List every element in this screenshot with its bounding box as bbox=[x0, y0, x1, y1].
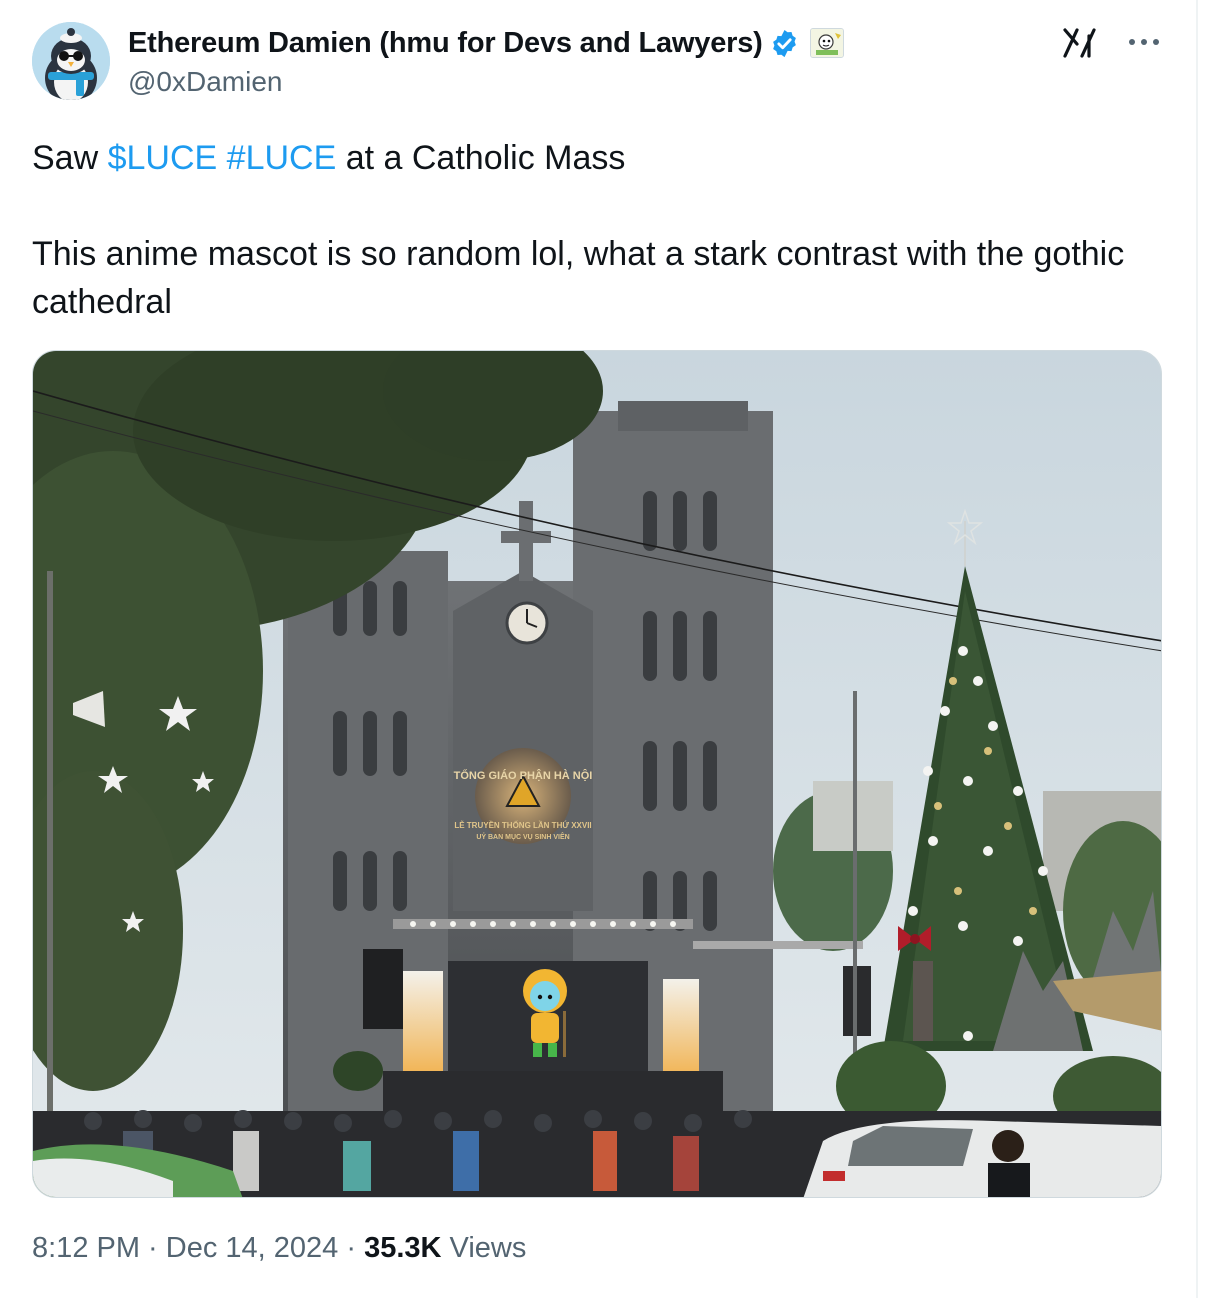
banner-top-text: TỔNG GIÁO PHẬN HÀ NỘI bbox=[454, 769, 593, 782]
verified-badge-icon[interactable] bbox=[769, 28, 800, 59]
hashtag-link[interactable]: #LUCE bbox=[227, 139, 337, 177]
author-names: Ethereum Damien (hmu for Devs and Lawyer… bbox=[128, 24, 844, 98]
meta-separator: · bbox=[140, 1232, 166, 1264]
tweet-header: Ethereum Damien (hmu for Devs and Lawyer… bbox=[32, 0, 1162, 120]
affiliate-badge-icon[interactable] bbox=[809, 28, 844, 58]
tweet-meta: 8:12 PM · Dec 14, 2024 · 35.3K Views bbox=[32, 1232, 526, 1265]
banner-line1-text: LỄ TRUYỀN THỐNG LẦN THỨ XXVII bbox=[454, 820, 591, 830]
timestamp-time[interactable]: 8:12 PM bbox=[32, 1232, 140, 1264]
tweet-text-line-1: Saw $LUCE #LUCE at a Catholic Mass bbox=[32, 134, 1132, 182]
tweet-text: Saw $LUCE #LUCE at a Catholic Mass This … bbox=[32, 134, 1132, 326]
display-name[interactable]: Ethereum Damien (hmu for Devs and Lawyer… bbox=[128, 27, 763, 60]
text-fragment bbox=[217, 139, 226, 177]
avatar[interactable] bbox=[32, 22, 110, 100]
timestamp-date[interactable]: Dec 14, 2024 bbox=[166, 1232, 339, 1264]
views-count: 35.3K bbox=[364, 1232, 442, 1264]
display-name-row: Ethereum Damien (hmu for Devs and Lawyer… bbox=[128, 24, 844, 62]
tweet-photo[interactable]: TỔNG GIÁO PHẬN HÀ NỘI LỄ TRUYỀN THỐNG LẦ… bbox=[32, 350, 1162, 1198]
author-handle[interactable]: @0xDamien bbox=[128, 66, 844, 98]
tweet[interactable]: Ethereum Damien (hmu for Devs and Lawyer… bbox=[32, 0, 1162, 1264]
text-fragment: at a Catholic Mass bbox=[336, 139, 626, 177]
cashtag-link[interactable]: $LUCE bbox=[108, 139, 218, 177]
banner-line2-text: UỶ BAN MỤC VỤ SINH VIÊN bbox=[476, 832, 569, 841]
text-fragment: Saw bbox=[32, 139, 108, 177]
tweet-text-line-2: This anime mascot is so random lol, what… bbox=[32, 235, 1125, 321]
grok-icon[interactable] bbox=[1062, 26, 1098, 60]
more-icon[interactable] bbox=[1126, 28, 1162, 56]
timeline-divider bbox=[1196, 0, 1198, 1298]
meta-separator: · bbox=[338, 1232, 365, 1264]
views-label: Views bbox=[441, 1232, 527, 1264]
